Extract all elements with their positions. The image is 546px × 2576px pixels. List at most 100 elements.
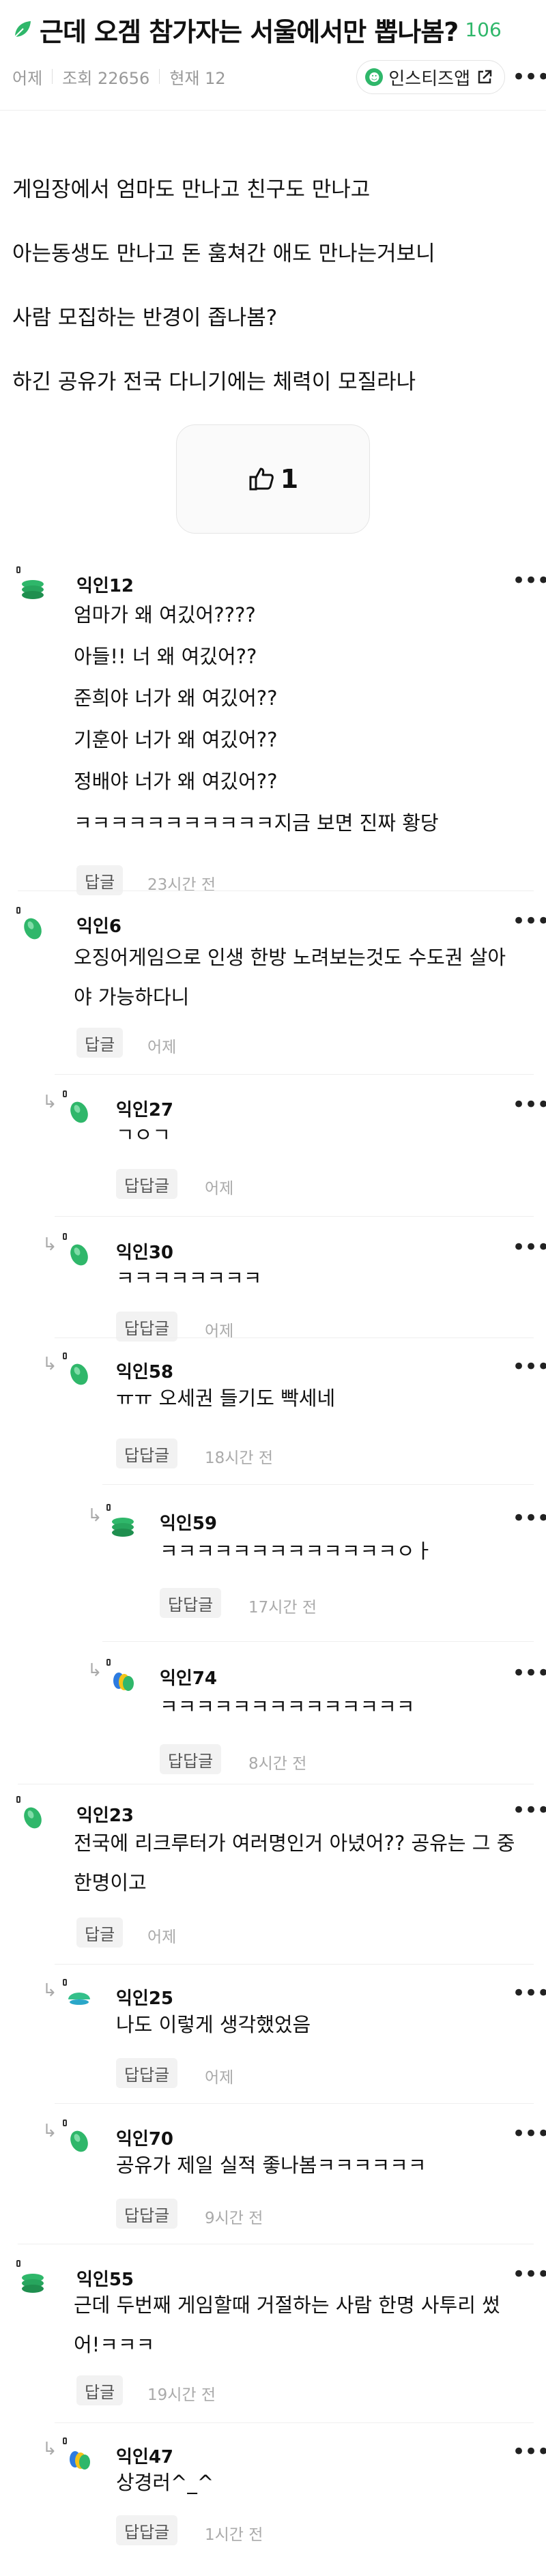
profile-marker-icon	[63, 2119, 67, 2126]
post-line: 게임장에서 엄마도 만나고 친구도 만나고	[12, 177, 371, 202]
comment-author: 익인12	[76, 576, 134, 596]
current-viewers: 현재 12	[169, 68, 226, 88]
comment-more-icon[interactable]: •••	[512, 2122, 546, 2145]
comment-author: 익인74	[160, 1668, 218, 1689]
comment-text: ㅋㅋㅋㅋㅋㅋㅋㅋ	[116, 1267, 262, 1290]
avatar-icon	[109, 1512, 136, 1542]
comment-time: 어제	[147, 1039, 177, 1056]
comment-text: ㅋㅋㅋㅋㅋㅋㅋㅋㅋㅋㅋㅋㅋㅇㅏ	[160, 1539, 433, 1563]
comment-more-icon[interactable]: •••	[512, 1236, 546, 1259]
avatar-icon	[19, 2268, 46, 2298]
reply-arrow-icon: ↳	[42, 1354, 57, 1374]
avatar-icon	[66, 1099, 93, 1129]
like-button[interactable]: 1	[176, 424, 370, 534]
profile-marker-icon	[63, 1233, 67, 1240]
comment-text: 전국에 리크루터가 여러명인거 아녔어?? 공유는 그 중	[74, 1832, 515, 1855]
comment-divider	[102, 1484, 534, 1485]
comment-time: 어제	[147, 1928, 177, 1946]
comment-divider	[55, 1337, 534, 1338]
comment-author: 익인47	[116, 2447, 174, 2468]
comment-text: ㅠㅠ 오세권 들기도 빡세네	[116, 1387, 336, 1410]
reply-button[interactable]: 답답글	[116, 1169, 178, 1199]
profile-marker-icon	[16, 2260, 20, 2267]
comment-more-icon[interactable]: •••	[512, 2440, 546, 2463]
comment-author: 익인58	[116, 1362, 174, 1383]
comment-text: ㅋㅋㅋㅋㅋㅋㅋㅋㅋㅋㅋ지금 보면 진짜 황당	[74, 811, 439, 835]
comment-more-icon[interactable]: •••	[512, 1982, 546, 2005]
comment-author: 익인30	[116, 1243, 174, 1263]
avatar-icon	[66, 2446, 93, 2476]
reply-arrow-icon: ↳	[42, 2439, 57, 2459]
avatar-icon	[19, 575, 46, 605]
profile-marker-icon	[63, 1979, 67, 1986]
comment-text: 준희야 너가 왜 여깄어??	[74, 686, 278, 710]
comment-more-icon[interactable]: •••	[512, 1093, 546, 1116]
view-count: 조회 22656	[62, 68, 150, 88]
comment-author: 익인6	[76, 916, 121, 937]
comment-text: 아들!! 너 왜 여깄어??	[74, 645, 257, 668]
comment-time: 17시간 전	[248, 1599, 317, 1617]
reply-arrow-icon: ↳	[42, 1980, 57, 2001]
reply-button[interactable]: 답글	[76, 1028, 124, 1058]
post-date: 어제	[12, 68, 43, 88]
reply-button[interactable]: 답답글	[160, 1588, 222, 1618]
comment-text: 엄마가 왜 여깄어????	[74, 603, 256, 626]
comment-text: ㄱㅇㄱ	[116, 1123, 171, 1146]
post-header: 근데 오겜 참가자는 서울에서만 뽑나봄? 106 어제 조회 22656 현재…	[0, 0, 546, 111]
profile-marker-icon	[16, 1796, 20, 1803]
like-count: 1	[280, 464, 299, 494]
comment-more-icon[interactable]: •••	[512, 2263, 546, 2286]
comment-text: 기훈아 너가 왜 여깄어??	[74, 728, 278, 751]
profile-marker-icon	[63, 1352, 67, 1359]
post-line: 사람 모집하는 반경이 좁나봄?	[12, 306, 278, 330]
reply-button[interactable]: 답글	[76, 1917, 124, 1948]
profile-marker-icon	[16, 566, 20, 573]
comment-divider	[55, 1216, 534, 1217]
comment-more-icon[interactable]: •••	[512, 1355, 546, 1378]
comment-time: 어제	[205, 2069, 234, 2087]
open-app-label: 인스티즈앱	[388, 68, 470, 89]
thumbs-up-icon	[249, 467, 274, 491]
reply-button[interactable]: 답답글	[116, 2515, 178, 2545]
title-row: 근데 오겜 참가자는 서울에서만 뽑나봄? 106	[12, 12, 538, 47]
post-line: 하긴 공유가 전국 다니기에는 체력이 모질라나	[12, 370, 416, 394]
reply-arrow-icon: ↳	[42, 1234, 57, 1255]
post-line: 아는동생도 만나고 돈 훔쳐간 애도 만나는거보니	[12, 242, 435, 266]
comment-author: 익인59	[160, 1514, 218, 1534]
comment-text: 공유가 제일 실적 좋나봄ㅋㅋㅋㅋㅋㅋ	[116, 2154, 427, 2177]
comment-text: 근데 두번째 게임할때 거절하는 사람 한명 사투리 썼	[74, 2293, 500, 2317]
avatar-icon	[66, 2128, 93, 2158]
comment-more-icon[interactable]: •••	[512, 1507, 546, 1530]
reply-button[interactable]: 답답글	[160, 1744, 222, 1774]
reply-button[interactable]: 답답글	[116, 2058, 178, 2088]
comment-time: 8시간 전	[248, 1755, 307, 1773]
comment-author: 익인55	[76, 2270, 134, 2290]
more-options-icon[interactable]: •••	[512, 66, 546, 89]
comment-count: 106	[465, 18, 502, 41]
comment-author: 익인70	[116, 2129, 174, 2150]
comment-more-icon[interactable]: •••	[512, 1799, 546, 1822]
open-app-button[interactable]: ☻ 인스티즈앱	[356, 60, 505, 94]
leaf-icon	[14, 21, 31, 38]
comment-text: ㅋㅋㅋㅋㅋㅋㅋㅋㅋㅋㅋㅋㅋㅋ	[160, 1695, 415, 1718]
comment-divider	[55, 1964, 534, 1965]
comment-time: 19시간 전	[147, 2386, 216, 2404]
reply-arrow-icon: ↳	[42, 1092, 57, 1112]
comment-author: 익인23	[76, 1806, 134, 1826]
comment-more-icon[interactable]: •••	[512, 569, 546, 592]
comment-author: 익인25	[116, 1988, 174, 2009]
reply-button[interactable]: 답답글	[116, 1438, 178, 1468]
avatar-icon	[66, 1987, 93, 2017]
reply-button[interactable]: 답답글	[116, 2199, 178, 2229]
profile-marker-icon	[16, 907, 20, 914]
avatar-icon	[19, 1804, 46, 1834]
comment-more-icon[interactable]: •••	[512, 1662, 546, 1685]
meta-divider	[52, 69, 53, 84]
comment-time: 18시간 전	[205, 1449, 274, 1467]
comment-divider	[55, 1074, 534, 1075]
reply-button[interactable]: 답글	[76, 2375, 124, 2405]
avatar-icon	[109, 1667, 136, 1697]
comment-more-icon[interactable]: •••	[512, 910, 546, 933]
avatar-icon	[66, 1241, 93, 1271]
comment-text: 오징어게임으로 인생 한방 노려보는것도 수도권 살아	[74, 946, 506, 969]
